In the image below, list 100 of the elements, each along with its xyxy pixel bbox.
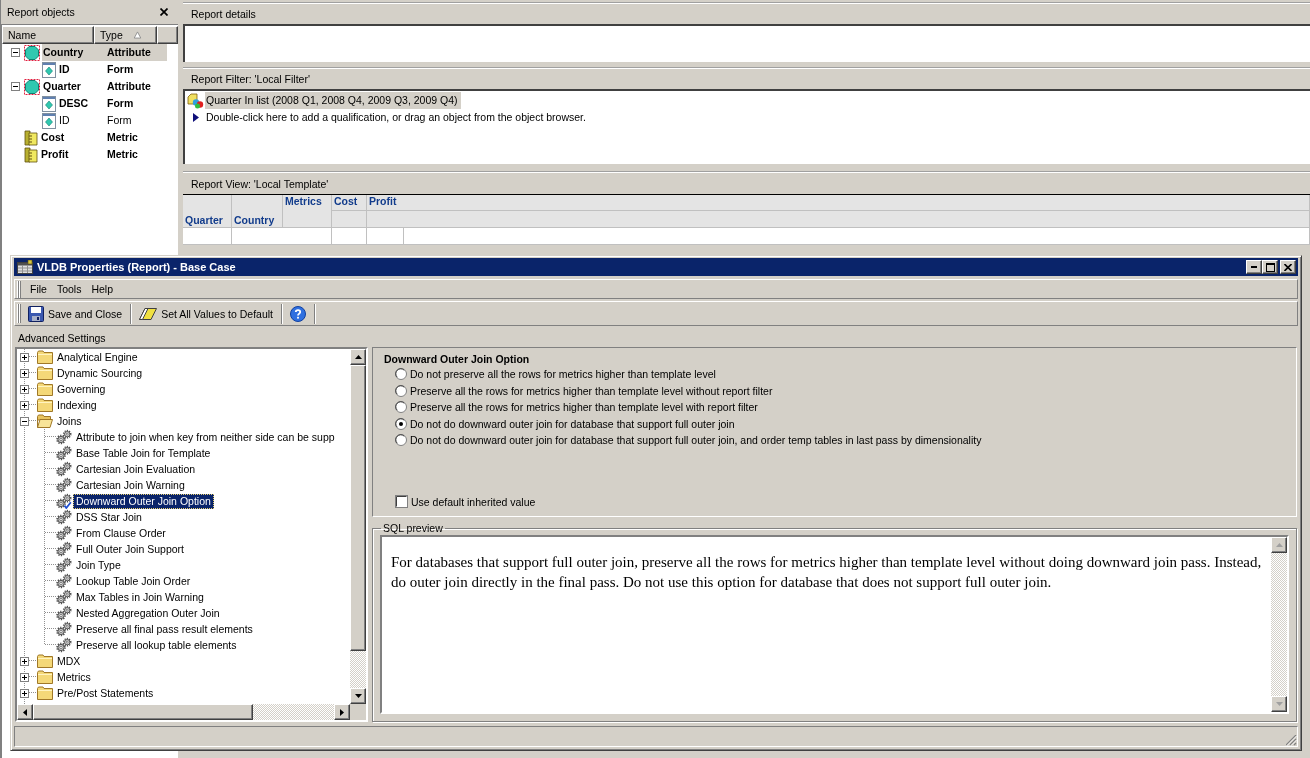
menu-item[interactable]: Tools xyxy=(51,280,87,298)
tree-item[interactable]: Pre/Post Statements xyxy=(54,685,157,701)
close-icon xyxy=(1284,263,1292,271)
radio-option[interactable]: Preserve all the rows for metrics higher than template level without report filter xyxy=(395,382,1296,399)
close-button[interactable] xyxy=(159,7,169,17)
tree-item[interactable]: Max Tables in Join Warning xyxy=(73,589,207,605)
tree-item[interactable]: Nested Aggregation Outer Join xyxy=(73,605,223,621)
object-name[interactable]: Country xyxy=(42,44,107,61)
maximize-icon xyxy=(1265,262,1275,272)
scroll-up-button[interactable] xyxy=(350,349,366,365)
tree-item[interactable]: Dynamic Sourcing xyxy=(54,365,146,381)
caret-right-icon xyxy=(340,708,344,716)
tree-item[interactable]: DSS Star Join xyxy=(73,509,145,525)
column-header[interactable]: Type xyxy=(93,26,157,44)
filter-qualification[interactable]: Quarter In list (2008 Q1, 2008 Q4, 2009 Q3, 2009 Q4) xyxy=(205,92,461,109)
radio-option[interactable]: Preserve all the rows for metrics higher than template level with report filter xyxy=(395,399,1296,416)
maximize-button[interactable] xyxy=(1262,260,1278,274)
row-header[interactable]: Quarter xyxy=(185,214,223,226)
scroll-up-button[interactable] xyxy=(1271,537,1287,553)
tree-item[interactable]: Preserve all lookup table elements xyxy=(73,637,240,653)
radio-option[interactable]: Do not preserve all the rows for metrics higher than template level xyxy=(395,366,1296,383)
tree-item[interactable]: From Clause Order xyxy=(73,525,169,541)
expand-button[interactable] xyxy=(20,656,29,666)
expand-button[interactable] xyxy=(20,672,29,682)
triangle-icon xyxy=(193,113,199,122)
tree-item[interactable]: Governing xyxy=(54,381,109,397)
object-type: Metric xyxy=(107,147,139,162)
object-name[interactable]: DESC xyxy=(58,95,107,112)
expand-button[interactable] xyxy=(20,368,29,378)
tree-item[interactable]: Full Outer Join Support xyxy=(73,541,187,557)
vertical-scrollbar[interactable] xyxy=(350,349,366,704)
close-icon xyxy=(160,8,168,16)
expand-button[interactable] xyxy=(20,688,29,698)
metrics-header[interactable]: Metrics xyxy=(285,195,322,207)
section-title: Report View: 'Local Template' xyxy=(191,178,329,190)
tree-item[interactable]: Attribute to join when key from neither side can be supp xyxy=(73,429,338,445)
folder-icon xyxy=(37,670,53,684)
tree-item[interactable]: Cartesian Join Warning xyxy=(73,477,188,493)
caret-left-icon xyxy=(23,708,27,716)
tree-item[interactable]: Lookup Table Join Order xyxy=(73,573,194,589)
scroll-left-button[interactable] xyxy=(17,704,33,720)
object-type: Form xyxy=(107,96,135,111)
section-label: Advanced Settings xyxy=(17,331,107,346)
tree-item[interactable]: Preserve all final pass result elements xyxy=(73,621,256,637)
object-name[interactable]: Profit xyxy=(40,146,107,163)
open-folder-icon xyxy=(37,414,53,428)
tree-item[interactable]: Joins xyxy=(54,413,85,429)
column-header[interactable]: Name xyxy=(2,26,94,44)
folder-icon xyxy=(37,654,53,668)
row-header[interactable]: Country xyxy=(234,214,275,226)
caret-up-icon xyxy=(354,355,362,359)
collapse-button[interactable] xyxy=(11,48,20,57)
metric-header[interactable]: Cost xyxy=(334,195,358,210)
object-name[interactable]: ID xyxy=(58,61,107,78)
tree-item[interactable]: Analytical Engine xyxy=(54,349,141,365)
window-title: VLDB Properties (Report) - Base Case xyxy=(37,261,236,273)
vertical-scrollbar[interactable] xyxy=(1271,537,1287,712)
scroll-right-button[interactable] xyxy=(334,704,350,720)
object-name[interactable]: ID xyxy=(58,112,107,129)
menu-item[interactable]: File xyxy=(25,280,52,298)
menu-item[interactable]: Help xyxy=(86,280,119,298)
toolbar-button[interactable]: Save and Close xyxy=(25,302,127,325)
radio-option[interactable]: Do not do downward outer join for database that support full outer join xyxy=(395,415,1296,432)
tree-item[interactable]: Base Table Join for Template xyxy=(73,445,214,461)
expand-button[interactable] xyxy=(20,384,29,394)
checkbox-option[interactable]: Use default inherited value xyxy=(395,493,1296,510)
tree-item[interactable]: MDX xyxy=(54,653,84,669)
scroll-down-button[interactable] xyxy=(1271,696,1287,712)
tree-item[interactable]: Cartesian Join Evaluation xyxy=(73,461,199,477)
tree-item[interactable]: Metrics xyxy=(54,669,94,685)
object-type: Metric xyxy=(107,130,139,145)
eraser-icon xyxy=(139,307,158,320)
grip-icon[interactable] xyxy=(17,304,21,323)
tree-item[interactable]: Indexing xyxy=(54,397,100,413)
object-name[interactable]: Quarter xyxy=(42,78,107,95)
folder-icon xyxy=(37,398,53,412)
collapse-button[interactable] xyxy=(20,416,29,426)
tree-item[interactable]: Join Type xyxy=(73,557,124,573)
scrollbar-thumb[interactable] xyxy=(33,704,253,720)
folder-icon xyxy=(37,350,53,364)
expand-button[interactable] xyxy=(20,400,29,410)
expand-button[interactable] xyxy=(20,352,29,362)
minimize-button[interactable] xyxy=(1246,260,1262,274)
metric-header[interactable]: Profit xyxy=(369,195,397,210)
object-name[interactable]: Cost xyxy=(40,129,107,146)
toolbar-button[interactable]: Set All Values to Default xyxy=(136,302,277,325)
tree-item[interactable]: Downward Outer Join Option xyxy=(73,493,214,509)
help-icon xyxy=(290,305,306,322)
resize-grip-icon[interactable] xyxy=(1286,735,1297,746)
scrollbar-thumb[interactable] xyxy=(350,365,366,651)
grip-icon[interactable] xyxy=(17,280,21,298)
object-type: Form xyxy=(107,62,135,77)
folder-icon xyxy=(37,686,53,700)
hint-text[interactable]: Double-click here to add a qualification, or drag an object from the object browser. xyxy=(205,109,589,126)
horizontal-scrollbar[interactable] xyxy=(17,704,350,720)
caret-down-icon xyxy=(354,694,362,698)
scroll-down-button[interactable] xyxy=(350,688,366,704)
caret-down-icon xyxy=(1275,702,1283,706)
collapse-button[interactable] xyxy=(11,82,20,91)
radio-option[interactable]: Do not do downward outer join for database that support full outer join, and order temp tables in last pass by dimensionality xyxy=(395,432,1296,449)
